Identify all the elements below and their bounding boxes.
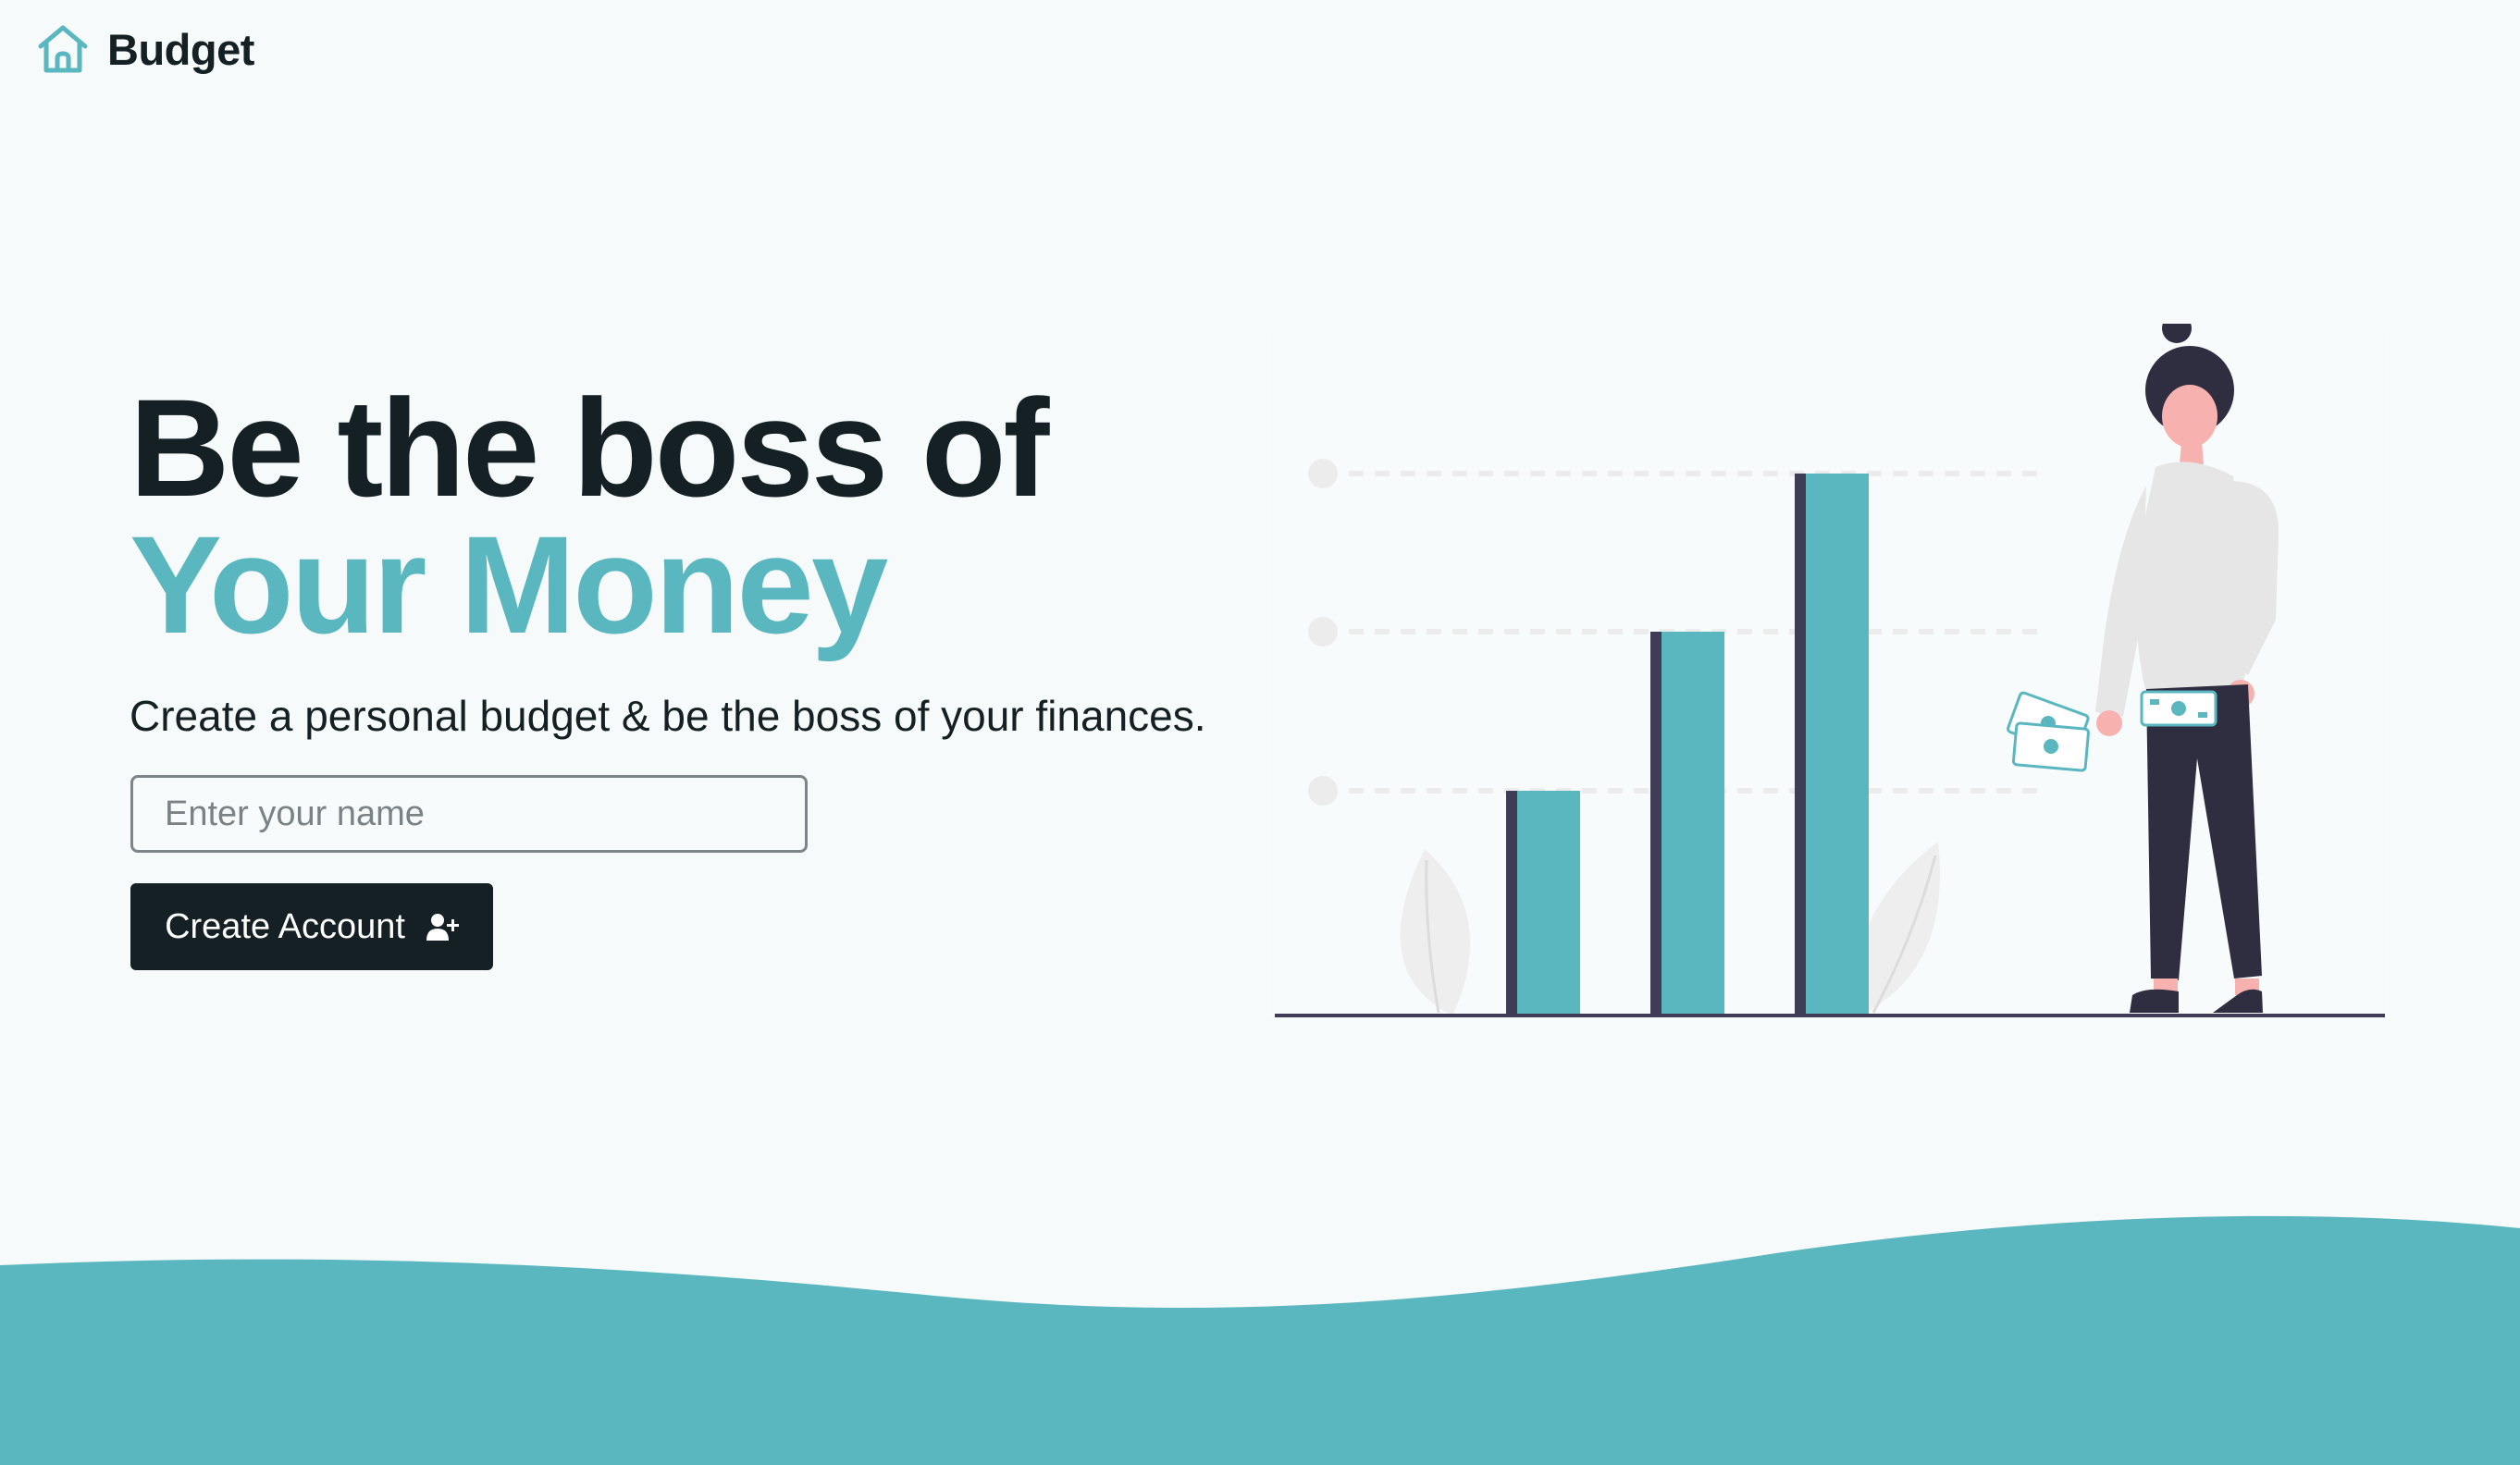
bar-large-shadow (1795, 474, 1806, 1017)
hero-section: Be the boss of Your Money Create a perso… (130, 370, 1277, 742)
bar-medium (1661, 632, 1724, 1017)
hero-title-line2: Your Money (130, 507, 888, 662)
name-input[interactable] (130, 775, 808, 853)
budget-illustration (1267, 324, 2389, 1017)
banknote-right-hand (2140, 690, 2217, 727)
hero-subtitle: Create a personal budget & be the boss o… (130, 692, 1206, 740)
hero-title-line1: Be the boss of (130, 370, 1049, 525)
home-icon (35, 23, 91, 75)
bar-small-shadow (1506, 791, 1517, 1017)
user-plus-icon (426, 912, 459, 942)
bar-small (1517, 791, 1580, 1017)
create-account-label: Create Account (165, 906, 405, 946)
hero-title: Be the boss of Your Money (130, 370, 1277, 662)
brand-home-link[interactable]: Budget (35, 20, 254, 78)
bar-medium-shadow (1650, 632, 1661, 1017)
bar-large (1806, 474, 1869, 1017)
create-account-button[interactable]: Create Account (130, 883, 493, 970)
brand-name: Budget (107, 24, 254, 74)
bottom-wave (0, 1215, 2520, 1465)
